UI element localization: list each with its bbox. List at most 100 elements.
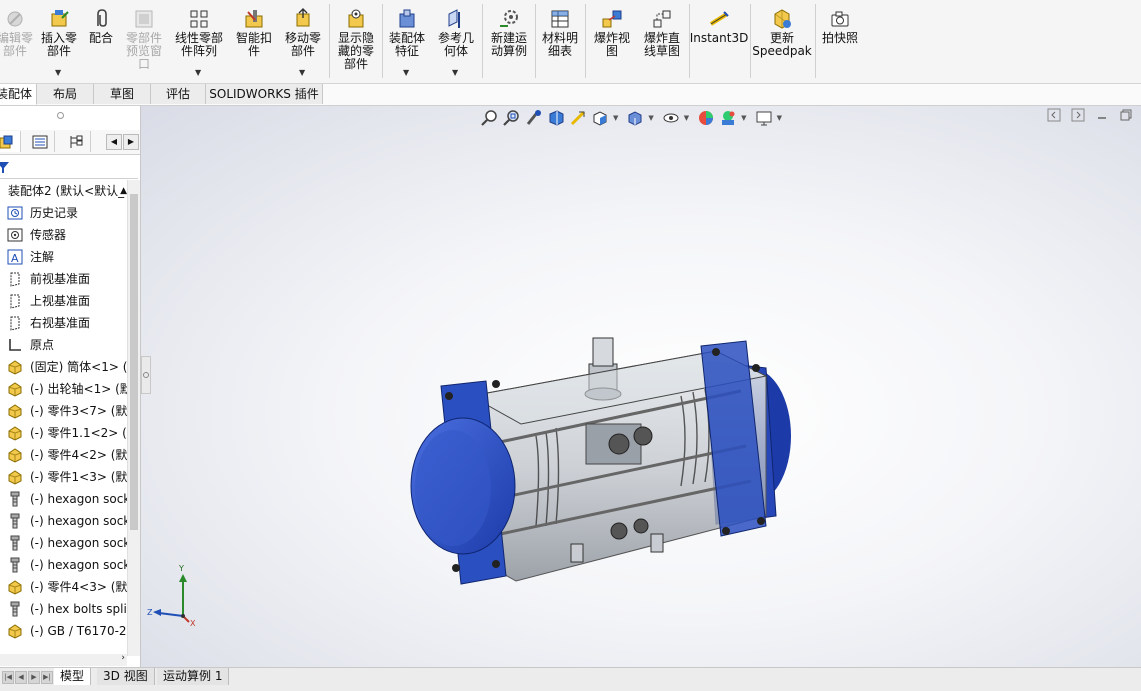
tree-item-label: 前视基准面	[30, 272, 91, 286]
instant3d-button[interactable]: Instant3D	[690, 0, 748, 82]
bolt-icon	[7, 601, 23, 617]
show-hidden-components-button[interactable]: 显示隐 藏的零 部件	[333, 0, 379, 82]
part-icon	[7, 623, 23, 639]
chevron-down-icon[interactable]: ▼	[452, 66, 458, 79]
bill-of-materials-button[interactable]: 材料明 细表	[538, 0, 582, 82]
tree-vertical-scrollbar[interactable]	[127, 180, 140, 656]
triad-z-label: Z	[147, 608, 153, 617]
move-component-icon	[292, 8, 314, 30]
tree-filter[interactable]	[0, 156, 138, 179]
ribbon-separator	[535, 4, 536, 78]
feature-manager-tab[interactable]	[0, 131, 21, 152]
property-manager-tab[interactable]	[26, 131, 55, 152]
update-speedpak-button[interactable]: 更新 Speedpak	[752, 0, 812, 82]
tree-scroll-up-icon[interactable]: ▲	[120, 180, 127, 202]
assembly-features-icon	[396, 8, 418, 30]
chevron-down-icon[interactable]: ▼	[195, 66, 201, 79]
tree-item[interactable]: (-) hexagon sock	[0, 510, 127, 532]
tree-item-label: 原点	[30, 338, 55, 352]
tab-scroll-right-icon[interactable]: ▶	[123, 134, 139, 150]
move-component-button[interactable]: 移动零 部件 ▼	[281, 0, 325, 82]
chevron-down-icon[interactable]: ▼	[403, 66, 409, 79]
tree-horizontal-scrollbar[interactable]: ›	[0, 653, 127, 666]
prev-tab-icon[interactable]: ◀	[15, 671, 27, 684]
command-manager-tabs: 装配体 布局 草图 评估 SOLIDWORKS 插件	[0, 84, 1141, 106]
tree-item-label: 注解	[30, 250, 55, 264]
tree-item[interactable]: 前视基准面	[0, 268, 127, 290]
mate-button[interactable]: 配合	[84, 0, 118, 82]
bolt-icon	[7, 557, 23, 573]
speedpak-icon	[771, 8, 793, 30]
linear-component-pattern-button[interactable]: 线性零部 件阵列 ▼	[170, 0, 228, 82]
tree-item[interactable]: (-) 零件3<7> (默	[0, 400, 127, 422]
tree-item[interactable]: (-) hex bolts spli	[0, 598, 127, 620]
reference-geometry-button[interactable]: 参考几 何体 ▼	[433, 0, 479, 82]
tree-item[interactable]: (-) hexagon sock	[0, 554, 127, 576]
chevron-down-icon[interactable]: ▼	[299, 66, 305, 79]
tree-item-label: 历史记录	[30, 206, 79, 220]
filter-funnel-icon	[0, 162, 9, 173]
tree-item[interactable]: 传感器	[0, 224, 127, 246]
plane-icon	[7, 271, 23, 287]
tree-root-assembly[interactable]: 装配体2 (默认<默认_ ▲	[0, 180, 127, 202]
exploded-view-button[interactable]: 爆炸视 图	[589, 0, 635, 82]
tree-item[interactable]: A 注解	[0, 246, 127, 268]
tree-item-label: 右视基准面	[30, 316, 91, 330]
first-tab-icon[interactable]: |◀	[2, 671, 14, 684]
tree-item-label: (-) GB / T6170-20	[30, 624, 127, 638]
tree-item[interactable]: (-) GB / T6170-20	[0, 620, 127, 642]
tree-item[interactable]: (-) 零件1.1<2> (默	[0, 422, 127, 444]
ribbon-separator	[382, 4, 383, 78]
tree-item-label: (-) hexagon sock	[30, 514, 127, 528]
tree-item[interactable]: 上视基准面	[0, 290, 127, 312]
last-tab-icon[interactable]: ▶|	[41, 671, 53, 684]
configuration-manager-tab[interactable]	[62, 131, 91, 152]
bom-table-icon	[549, 8, 571, 30]
tree-item[interactable]: (-) 零件1<3> (默	[0, 466, 127, 488]
scroll-right-icon[interactable]: ›	[121, 653, 125, 663]
next-tab-icon[interactable]: ▶	[28, 671, 40, 684]
edit-component-button[interactable]: 编辑零 部件	[0, 0, 36, 82]
new-motion-study-button[interactable]: 新建运 动算例	[486, 0, 532, 82]
tab-evaluate[interactable]: 评估	[151, 84, 206, 104]
chevron-down-icon[interactable]: ▼	[55, 66, 61, 79]
tree-item-label: (-) hexagon sock	[30, 536, 127, 550]
part-icon	[7, 579, 23, 595]
component-preview-button[interactable]: 零部件 预览窗 口	[120, 0, 168, 82]
assembly-features-button[interactable]: 装配体 特征 ▼	[385, 0, 429, 82]
ribbon-separator	[815, 4, 816, 78]
mate-paperclip-icon	[90, 8, 112, 30]
insert-component-button[interactable]: 插入零 部件 ▼	[37, 0, 81, 82]
edit-component-icon	[4, 8, 26, 30]
tree-item[interactable]: (-) 零件4<2> (默	[0, 444, 127, 466]
tab-layout[interactable]: 布局	[37, 84, 94, 104]
tab-assembly[interactable]: 装配体	[0, 84, 37, 105]
tree-item[interactable]: (-) 出轮轴<1> (默	[0, 378, 127, 400]
origin-icon	[7, 337, 23, 353]
tree-item[interactable]: 右视基准面	[0, 312, 127, 334]
graphics-area[interactable]: ▼ ▼ ▼ ▼ ▼ Y Z X	[141, 106, 1141, 667]
ribbon-separator	[750, 4, 751, 78]
tree-item[interactable]: (-) 零件4<3> (默	[0, 576, 127, 598]
smart-fasteners-button[interactable]: 智能扣 件	[232, 0, 276, 82]
actuator-3d-model[interactable]	[141, 106, 1141, 667]
scrollbar-thumb[interactable]	[130, 194, 138, 530]
bottom-tabs-bar: |◀ ◀ ▶ ▶| 模型 3D 视图 运动算例 1	[0, 667, 1141, 691]
pane-grip[interactable]	[57, 112, 64, 119]
part-icon	[7, 403, 23, 419]
tab-scroll-left-icon[interactable]: ◀	[106, 134, 122, 150]
take-snapshot-button[interactable]: 拍快照	[818, 0, 862, 82]
tree-item[interactable]: 历史记录	[0, 202, 127, 224]
configuration-icon	[70, 135, 83, 148]
tab-solidworks-addins[interactable]: SOLIDWORKS 插件	[206, 84, 323, 104]
tree-item[interactable]: (固定) 筒体<1> (默	[0, 356, 127, 378]
tree-item-label: (-) hexagon sock	[30, 558, 127, 572]
tab-motion-study[interactable]: 运动算例 1	[157, 668, 230, 685]
tab-3d-views[interactable]: 3D 视图	[97, 668, 155, 685]
explode-line-sketch-button[interactable]: 爆炸直 线草图	[638, 0, 686, 82]
tree-item[interactable]: (-) hexagon sock	[0, 532, 127, 554]
tab-sketch[interactable]: 草图	[94, 84, 151, 104]
tree-item[interactable]: (-) hexagon sock	[0, 488, 127, 510]
tree-item[interactable]: 原点	[0, 334, 127, 356]
tab-model[interactable]: 模型	[54, 668, 92, 685]
